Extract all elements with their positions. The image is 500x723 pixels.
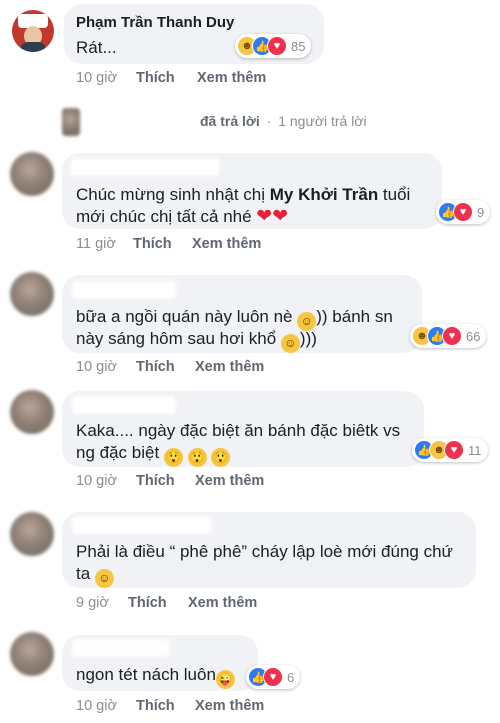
- comment-text: ngon tét nách luôn 😜: [76, 663, 235, 689]
- like-button[interactable]: Thích: [128, 595, 167, 611]
- comment-time[interactable]: 10 giờ: [76, 698, 117, 714]
- wow-emoji: 😲: [163, 448, 183, 467]
- comment-text: Rát...: [76, 38, 117, 57]
- blurred-author: [74, 518, 210, 532]
- reaction-summary[interactable]: ☻ 👍 ♥ 85: [235, 34, 312, 58]
- see-more-button[interactable]: Xem thêm: [195, 359, 264, 375]
- comment-text-line2: này sáng hôm sau hơi khổ ☺))): [76, 327, 317, 353]
- see-more-button[interactable]: Xem thêm: [192, 236, 261, 252]
- separator: ·: [266, 113, 272, 129]
- like-button[interactable]: Thích: [136, 698, 175, 714]
- comment-text-part: )) bánh sn: [316, 307, 393, 326]
- tongue-emoji: 😜: [215, 670, 235, 689]
- see-more-button[interactable]: Xem thêm: [195, 473, 264, 489]
- reaction-summary[interactable]: 👍 ♥ 9: [436, 200, 491, 224]
- reaction-summary[interactable]: 👍 ☻ ♥ 11: [412, 438, 488, 462]
- comment-bubble: Phải là điều “ phê phê” cháy lập loè mới…: [62, 512, 476, 588]
- replies-bar[interactable]: đã trả lời · 1 người trả lời: [200, 113, 367, 129]
- wow-emoji: 😲: [187, 448, 207, 467]
- love-icon: ♥: [444, 440, 464, 460]
- blurred-author: [74, 641, 168, 655]
- blurred-author: [72, 160, 218, 174]
- wow-emoji: 😲: [211, 448, 231, 467]
- comment-bubble: ngon tét nách luôn 😜: [62, 635, 258, 691]
- heart-emoji: ❤❤: [256, 206, 289, 227]
- mention-link[interactable]: My Khởi Trần: [270, 185, 378, 204]
- reaction-count: 85: [291, 38, 306, 54]
- comment-text-part: ngon tét nách luôn: [76, 665, 216, 684]
- avatar[interactable]: [12, 10, 54, 52]
- comment-text-line2: mới chúc chị tất cả nhé ❤❤: [76, 205, 288, 229]
- love-icon: ♥: [453, 202, 473, 222]
- like-button[interactable]: Thích: [136, 359, 175, 375]
- comment-time[interactable]: 9 giờ: [76, 595, 109, 611]
- like-button[interactable]: Thích: [133, 236, 172, 252]
- comment-text-part: ))): [299, 329, 317, 348]
- comment-text-part: ta: [76, 564, 91, 583]
- blurred-author: [74, 398, 174, 412]
- comment-time[interactable]: 10 giờ: [76, 359, 117, 375]
- see-more-button[interactable]: Xem thêm: [197, 70, 266, 86]
- see-more-button[interactable]: Xem thêm: [195, 698, 264, 714]
- comment-bubble: bữa a ngồi quán này luôn nè ☺)) bánh sn …: [62, 275, 422, 353]
- comment-text-part: ng đặc biệt: [76, 443, 160, 462]
- comment-text-line2: ta ☺: [76, 562, 114, 588]
- love-icon: ♥: [263, 667, 283, 687]
- smile-emoji: ☺: [280, 334, 300, 353]
- avatar[interactable]: [10, 152, 54, 196]
- comment-text: Chúc mừng sinh nhật chị My Khởi Trần tuổ…: [76, 183, 410, 207]
- comment-text-part: này sáng hôm sau hơi khổ: [76, 329, 277, 348]
- reaction-count: 9: [477, 204, 485, 220]
- smile-emoji: ☺: [94, 569, 114, 588]
- comment-time[interactable]: 11 giờ: [76, 236, 116, 252]
- comment-text-part: mới chúc chị tất cả nhé: [76, 207, 252, 226]
- comment-bubble: Chúc mừng sinh nhật chị My Khởi Trần tuổ…: [62, 153, 442, 229]
- love-icon: ♥: [442, 326, 462, 346]
- comment-text-line2: ng đặc biệt 😲 😲 😲: [76, 441, 231, 467]
- see-more-button[interactable]: Xem thêm: [188, 595, 257, 611]
- comment-text-part: Chúc mừng sinh nhật chị: [76, 185, 270, 204]
- comment-time[interactable]: 10 giờ: [76, 473, 117, 489]
- comment-bubble: Kaka.... ngày đặc biệt ăn bánh đặc biêtk…: [62, 391, 424, 467]
- avatar[interactable]: [10, 272, 54, 316]
- reaction-count: 11: [468, 442, 482, 458]
- reply-avatar: [62, 108, 80, 136]
- like-button[interactable]: Thích: [136, 70, 175, 86]
- comment-text-part: tuổi: [378, 185, 411, 204]
- comment-text-part: bữa a ngồi quán này luôn nè: [76, 307, 293, 326]
- avatar[interactable]: [10, 512, 54, 556]
- comment-text: Kaka.... ngày đặc biệt ăn bánh đặc biêtk…: [76, 421, 401, 440]
- love-icon: ♥: [267, 36, 287, 56]
- reaction-count: 6: [287, 669, 295, 685]
- blurred-author: [74, 283, 174, 297]
- comment-author[interactable]: Phạm Trần Thanh Duy: [76, 14, 234, 31]
- replied-label: đã trả lời: [200, 113, 260, 129]
- reaction-summary[interactable]: 👍 ♥ 6: [246, 665, 301, 689]
- reaction-summary[interactable]: ☻ 👍 ♥ 66: [410, 324, 487, 348]
- avatar[interactable]: [10, 390, 54, 434]
- like-button[interactable]: Thích: [136, 473, 175, 489]
- reply-count: 1 người trả lời: [278, 113, 367, 129]
- comment-time[interactable]: 10 giờ: [76, 70, 117, 86]
- avatar[interactable]: [10, 632, 54, 676]
- comment-text: Phải là điều “ phê phê” cháy lập loè mới…: [76, 542, 453, 561]
- reaction-count: 66: [466, 328, 481, 344]
